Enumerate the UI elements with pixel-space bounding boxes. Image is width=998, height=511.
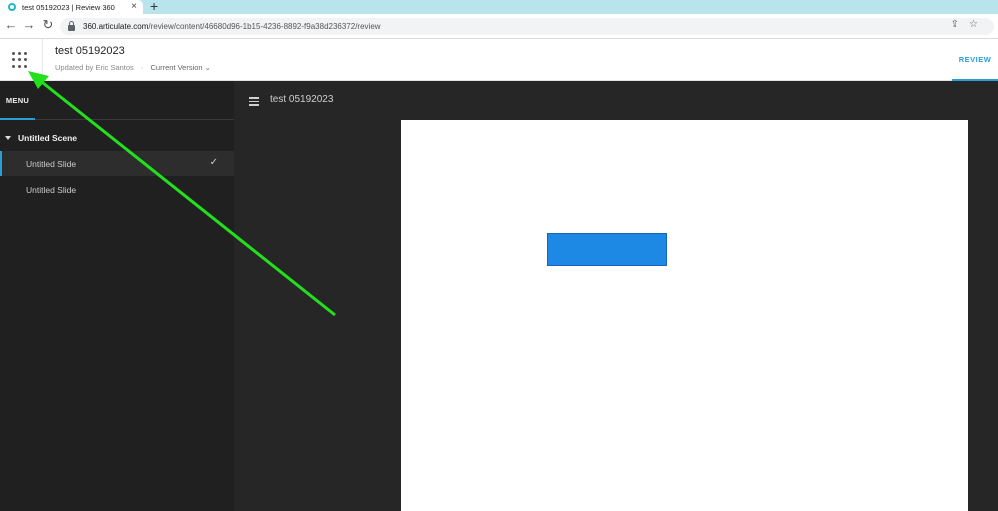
- share-bookmark-icons[interactable]: ⇪☆: [951, 19, 988, 30]
- tab-title: test 05192023 | Review 360: [22, 2, 115, 12]
- slide-label: Untitled Slide: [26, 184, 77, 195]
- slide-item[interactable]: Untitled Slide ✓: [0, 151, 234, 176]
- version-dropdown[interactable]: Current Version ⌄: [150, 63, 210, 72]
- apps-menu-button[interactable]: [0, 39, 43, 81]
- meta-separator: ·: [140, 63, 144, 72]
- checkmark-icon: ✓: [209, 157, 218, 168]
- document-meta: Updated by Eric Santos · Current Version…: [55, 63, 211, 72]
- back-icon[interactable]: ←: [3, 17, 19, 33]
- url-host: 360.articulate.com: [83, 22, 149, 31]
- new-tab-button[interactable]: +: [150, 0, 158, 14]
- close-tab-icon[interactable]: ×: [131, 1, 137, 13]
- browser-toolbar: ← → ↻ 360.articulate.com/review/content/…: [0, 14, 998, 39]
- scene-label: Untitled Scene: [18, 133, 78, 143]
- document-title: test 05192023: [55, 45, 125, 57]
- lock-icon: [68, 21, 75, 31]
- address-bar[interactable]: 360.articulate.com/review/content/46680d…: [60, 18, 994, 35]
- app-header: test 05192023 Updated by Eric Santos · C…: [0, 39, 998, 81]
- slide-canvas: [401, 120, 968, 511]
- apps-grid-icon: [12, 52, 28, 68]
- url-path: /review/content/46680d96-1b15-4236-8892-…: [148, 22, 381, 31]
- tab-review[interactable]: REVIEW: [952, 39, 998, 81]
- updated-by: Updated by Eric Santos: [55, 63, 134, 72]
- browser-tab-strip: test 05192023 | Review 360 × +: [0, 0, 998, 14]
- url-text: 360.articulate.com/review/content/46680d…: [83, 22, 381, 31]
- reload-icon[interactable]: ↻: [40, 17, 56, 33]
- sidebar: MENU Untitled Scene Untitled Slide ✓ Unt…: [0, 81, 234, 511]
- slide-label: Untitled Slide: [26, 158, 77, 169]
- forward-icon[interactable]: →: [21, 17, 37, 33]
- browser-tab[interactable]: test 05192023 | Review 360 ×: [0, 0, 143, 14]
- caret-down-icon[interactable]: [5, 136, 11, 140]
- slide-stage: test 05192023: [234, 81, 998, 511]
- app-window: test 05192023 | Review 360 × + ← → ↻ 360…: [0, 0, 998, 511]
- slide-item[interactable]: Untitled Slide: [0, 177, 234, 202]
- tab-menu[interactable]: MENU: [0, 81, 35, 120]
- favicon-icon: [8, 3, 16, 11]
- stage-title: test 05192023: [270, 94, 334, 105]
- sidebar-header: MENU: [0, 81, 234, 120]
- scene-item[interactable]: Untitled Scene: [0, 130, 234, 146]
- blue-rectangle-shape[interactable]: [547, 233, 667, 266]
- hamburger-menu-icon[interactable]: [249, 97, 259, 106]
